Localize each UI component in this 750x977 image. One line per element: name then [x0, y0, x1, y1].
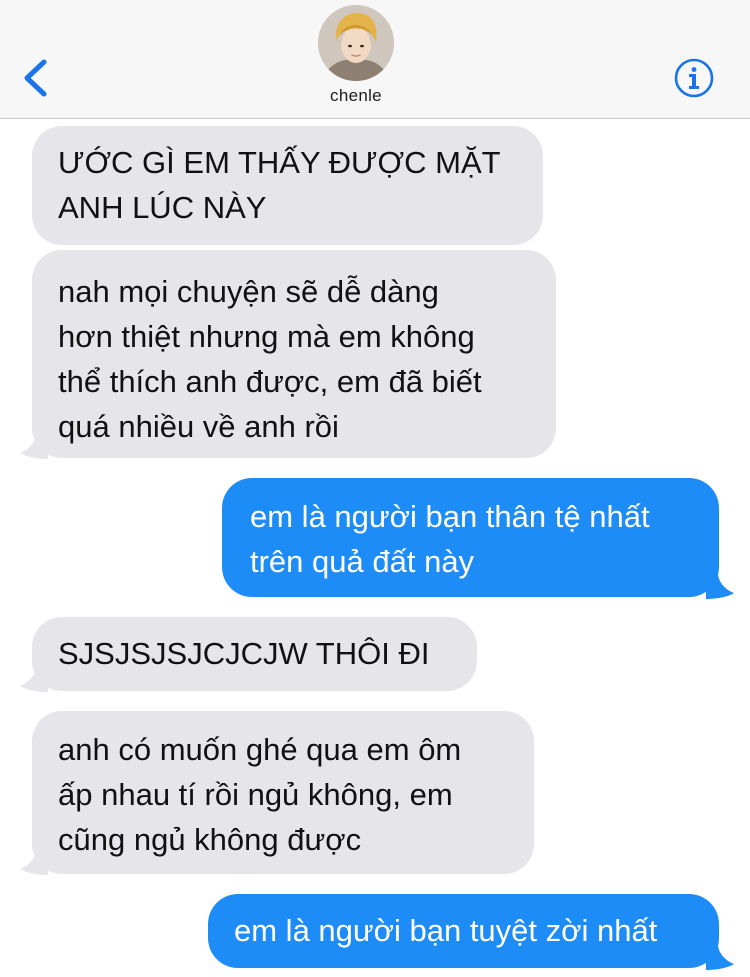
message-bubble-received[interactable]: nah mọi chuyện sẽ dễ dàng hơn thiệt nhưn…	[32, 250, 556, 458]
avatar-image	[318, 5, 394, 81]
avatar[interactable]	[318, 5, 394, 81]
conversation-screen: chenle ƯỚC GÌ EM THẤY ĐƯỢC MẶT ANH LÚC N…	[0, 0, 750, 977]
bubble-tail	[20, 849, 48, 875]
message-bubble-received[interactable]: SJSJSJSJCJCJW THÔI ĐI	[32, 617, 477, 691]
back-button[interactable]	[18, 58, 54, 98]
bubble-tail	[706, 944, 734, 970]
message-bubble-received[interactable]: ƯỚC GÌ EM THẤY ĐƯỢC MẶT ANH LÚC NÀY	[32, 126, 543, 245]
conversation-header: chenle	[0, 0, 750, 119]
bubble-tail	[20, 433, 48, 459]
message-bubble-sent[interactable]: em là người bạn thân tệ nhất trên quả đấ…	[222, 478, 719, 597]
bubble-tail	[20, 666, 48, 692]
info-button[interactable]	[673, 57, 715, 99]
bubble-tail	[706, 573, 734, 599]
contact-name[interactable]: chenle	[275, 86, 437, 106]
message-bubble-received[interactable]: anh có muốn ghé qua em ôm ấp nhau tí rồi…	[32, 711, 534, 874]
chevron-left-icon	[24, 59, 47, 97]
info-circle-icon	[674, 58, 714, 98]
message-bubble-sent[interactable]: em là người bạn tuyệt zời nhất	[208, 894, 719, 968]
